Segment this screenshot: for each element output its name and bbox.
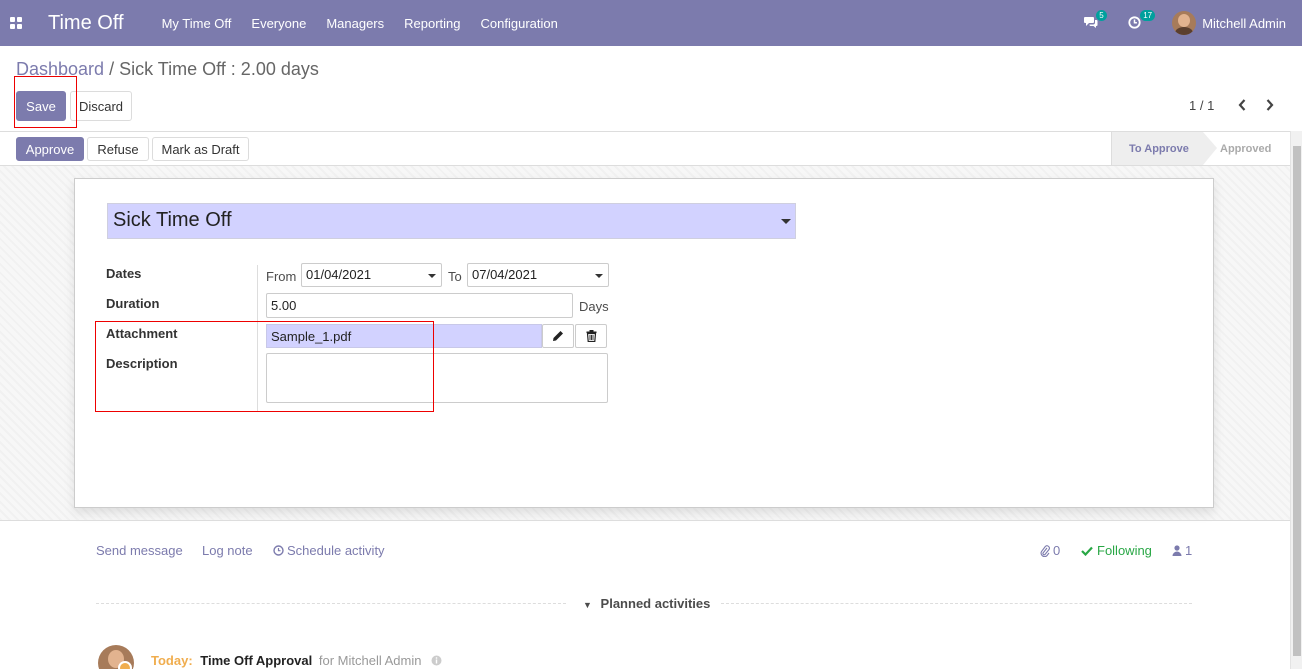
activity-assignee: for Mitchell Admin [318, 653, 422, 668]
pager-value[interactable]: 1 / 1 [1189, 98, 1214, 113]
following-button[interactable]: Following [1081, 543, 1152, 558]
approve-button[interactable]: Approve [16, 137, 84, 161]
attachment-field[interactable]: Sample_1.pdf [266, 324, 542, 348]
activity-item: Today: Time Off Approval for Mitchell Ad… [151, 653, 442, 669]
from-label: From [266, 269, 297, 284]
stage-approved[interactable]: Approved [1220, 132, 1271, 165]
date-from-input[interactable]: 01/04/2021 [301, 263, 442, 287]
activity-menu[interactable]: 17 [1128, 10, 1156, 33]
dates-label: Dates [106, 266, 142, 281]
schedule-activity-label: Schedule activity [287, 543, 385, 558]
clock-icon [1128, 16, 1141, 29]
caret-down-icon: ▼ [583, 600, 592, 610]
scrollbar[interactable] [1290, 131, 1302, 669]
attachment-label: Attachment [106, 326, 178, 341]
pencil-icon [553, 331, 563, 341]
trash-icon [586, 330, 596, 342]
time-off-type-select[interactable]: Sick Time Off [107, 203, 796, 239]
scrollbar-thumb[interactable] [1293, 146, 1301, 656]
save-button[interactable]: Save [16, 91, 66, 121]
to-label: To [448, 269, 462, 284]
date-to-value: 07/04/2021 [472, 267, 538, 282]
attachments-count: 0 [1053, 543, 1061, 558]
edit-attachment-button[interactable] [542, 324, 574, 348]
activity-avatar [98, 645, 134, 669]
planned-activities-label: Planned activities [600, 596, 711, 611]
followers-count: 1 [1185, 543, 1193, 558]
avatar [1172, 11, 1197, 35]
systray: 5 17 Mitchell Admin [1084, 0, 1302, 46]
user-name: Mitchell Admin [1202, 15, 1286, 31]
duration-unit: Days [579, 299, 609, 314]
pager-previous-icon[interactable] [1237, 98, 1247, 115]
activity-when: Today: [151, 653, 193, 668]
time-off-type-value: Sick Time Off [113, 209, 232, 231]
duration-input[interactable]: 5.00 [266, 293, 573, 318]
stage-to-approve[interactable]: To Approve [1111, 132, 1217, 165]
label-divider [257, 265, 258, 411]
app-title[interactable]: Time Off [48, 12, 124, 35]
breadcrumb-current: Sick Time Off : 2.00 days [119, 59, 319, 79]
description-label: Description [106, 356, 178, 371]
following-label: Following [1097, 543, 1152, 558]
main-menu: My Time Off Everyone Managers Reporting … [152, 16, 568, 31]
mark-as-draft-button[interactable]: Mark as Draft [152, 137, 249, 161]
caret-down-icon [595, 274, 603, 278]
description-textarea[interactable] [266, 353, 608, 403]
menu-item-configuration[interactable]: Configuration [471, 16, 568, 31]
pager-next-icon[interactable] [1265, 98, 1275, 115]
form-sheet: Sick Time Off Dates Duration Attachment … [74, 178, 1214, 508]
date-from-value: 01/04/2021 [306, 267, 372, 282]
attachment-filename: Sample_1.pdf [271, 329, 352, 344]
status-bar: Approve Refuse Mark as Draft To Approve … [0, 131, 1290, 166]
refuse-button[interactable]: Refuse [87, 137, 149, 161]
user-menu[interactable]: Mitchell Admin [1172, 11, 1286, 35]
messaging-menu[interactable]: 5 [1084, 10, 1110, 33]
paperclip-icon [1040, 544, 1050, 557]
chatter-divider [0, 520, 1290, 521]
messages-count-badge: 5 [1096, 10, 1107, 21]
planned-divider-left [96, 603, 566, 604]
breadcrumb-separator: / [109, 59, 115, 79]
app-menu-grid-icon[interactable] [0, 0, 32, 46]
schedule-activity-button[interactable]: Schedule activity [273, 543, 385, 558]
clock-icon [273, 545, 284, 556]
breadcrumb-dashboard-link[interactable]: Dashboard [16, 59, 104, 79]
activity-title: Time Off Approval [200, 653, 313, 668]
activity-state-dot [118, 661, 132, 669]
top-navbar: Time Off My Time Off Everyone Managers R… [0, 0, 1302, 46]
menu-item-my-time-off[interactable]: My Time Off [152, 16, 242, 31]
delete-attachment-button[interactable] [575, 324, 607, 348]
caret-down-icon [428, 274, 436, 278]
followers-button[interactable]: 1 [1172, 543, 1192, 558]
activities-count-badge: 17 [1140, 10, 1156, 21]
caret-down-icon [781, 219, 791, 224]
planned-divider-right [721, 603, 1192, 604]
send-message-button[interactable]: Send message [96, 543, 183, 558]
discard-button[interactable]: Discard [70, 91, 132, 121]
check-icon [1081, 546, 1093, 556]
attachments-counter[interactable]: 0 [1040, 543, 1060, 558]
menu-item-reporting[interactable]: Reporting [394, 16, 470, 31]
planned-activities-toggle[interactable]: ▼ Planned activities [583, 596, 710, 611]
breadcrumb: Dashboard / Sick Time Off : 2.00 days [16, 59, 319, 80]
date-to-input[interactable]: 07/04/2021 [467, 263, 609, 287]
duration-label: Duration [106, 296, 160, 311]
menu-item-everyone[interactable]: Everyone [241, 16, 316, 31]
duration-value: 5.00 [271, 298, 297, 313]
info-icon[interactable] [431, 654, 442, 669]
user-icon [1172, 545, 1182, 556]
menu-item-managers[interactable]: Managers [316, 16, 394, 31]
log-note-button[interactable]: Log note [202, 543, 253, 558]
